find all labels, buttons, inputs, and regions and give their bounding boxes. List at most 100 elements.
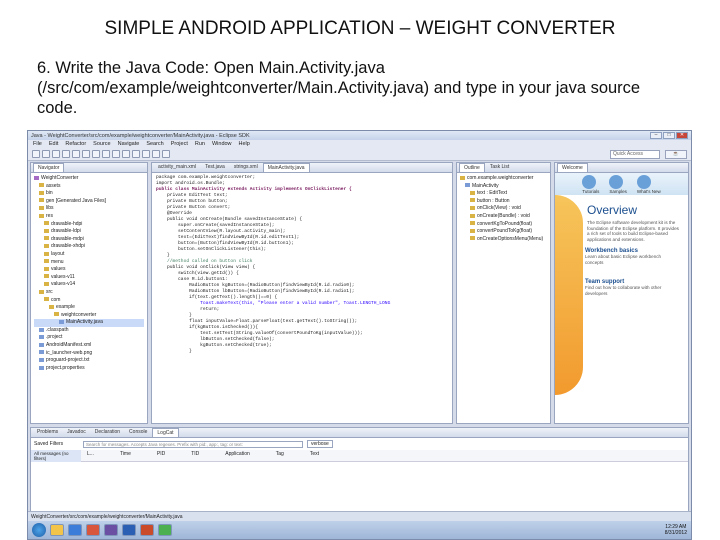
col-application[interactable]: Application bbox=[225, 451, 249, 460]
tree-item[interactable]: src bbox=[46, 289, 53, 295]
close-button[interactable]: ✕ bbox=[676, 132, 688, 139]
android-sdk-icon[interactable] bbox=[62, 150, 70, 158]
tree-item-selected[interactable]: MainActivity.java bbox=[66, 319, 103, 325]
menu-file[interactable]: File bbox=[33, 141, 42, 147]
maximize-button[interactable]: □ bbox=[663, 132, 675, 139]
outline-item[interactable]: button : Button bbox=[477, 198, 510, 204]
quick-access-input[interactable]: Quick Access bbox=[610, 149, 660, 159]
menu-search[interactable]: Search bbox=[146, 141, 163, 147]
new-package-icon[interactable] bbox=[112, 150, 120, 158]
tab-activity-main-xml[interactable]: activity_main.xml bbox=[154, 163, 200, 172]
forward-icon[interactable] bbox=[162, 150, 170, 158]
save-icon[interactable] bbox=[42, 150, 50, 158]
powerpoint-icon[interactable] bbox=[140, 524, 154, 536]
col-tid[interactable]: TID bbox=[191, 451, 199, 460]
search-icon[interactable] bbox=[142, 150, 150, 158]
code-text[interactable]: package com.example.weightconverter; impo… bbox=[152, 173, 452, 357]
browser-icon[interactable] bbox=[68, 524, 82, 536]
outline-item[interactable]: MainActivity bbox=[472, 183, 499, 189]
tree-item[interactable]: values bbox=[51, 266, 65, 272]
start-button[interactable] bbox=[32, 523, 46, 537]
tree-item[interactable]: .project bbox=[46, 334, 62, 340]
outline-item[interactable]: onClick(View) : void bbox=[477, 205, 521, 211]
tab-navigator[interactable]: Navigator bbox=[33, 163, 65, 172]
tab-welcome[interactable]: Welcome bbox=[557, 163, 588, 172]
open-type-icon[interactable] bbox=[132, 150, 140, 158]
menu-help[interactable]: Help bbox=[239, 141, 250, 147]
new-class-icon[interactable] bbox=[122, 150, 130, 158]
outline-item[interactable]: convertPoundToKg(float) bbox=[477, 228, 532, 234]
tree-item[interactable]: assets bbox=[46, 183, 60, 189]
menu-run[interactable]: Run bbox=[195, 141, 205, 147]
menu-project[interactable]: Project bbox=[171, 141, 188, 147]
tree-item[interactable]: libs bbox=[46, 205, 54, 211]
menu-navigate[interactable]: Navigate bbox=[118, 141, 140, 147]
tab-logcat[interactable]: LogCat bbox=[152, 428, 179, 437]
whats-new-link[interactable]: What's New bbox=[637, 189, 661, 194]
log-level-select[interactable]: verbose bbox=[307, 440, 333, 448]
tab-console[interactable]: Console bbox=[125, 428, 151, 437]
explorer-icon[interactable] bbox=[50, 524, 64, 536]
eclipse-icon[interactable] bbox=[104, 524, 118, 536]
tab-task-list[interactable]: Task List bbox=[486, 163, 513, 172]
tree-item[interactable]: bin bbox=[46, 190, 53, 196]
tree-item[interactable]: WeightConverter bbox=[41, 175, 78, 181]
minimize-button[interactable]: – bbox=[650, 132, 662, 139]
tree-item[interactable]: layout bbox=[51, 251, 64, 257]
col-tag[interactable]: Tag bbox=[276, 451, 284, 460]
tree-item[interactable]: values-v11 bbox=[51, 274, 75, 280]
welcome-item[interactable]: Workbench basics Learn about basic Eclips… bbox=[585, 248, 680, 265]
tree-item[interactable]: ic_launcher-web.png bbox=[46, 350, 92, 356]
tab-javadoc[interactable]: Javadoc bbox=[63, 428, 90, 437]
menu-refactor[interactable]: Refactor bbox=[65, 141, 86, 147]
tab-mainactivity-java[interactable]: MainActivity.java bbox=[262, 163, 310, 172]
tutorials-link[interactable]: Tutorials bbox=[582, 189, 599, 194]
tree-item[interactable]: menu bbox=[51, 259, 64, 265]
tree-item[interactable]: gen [Generated Java Files] bbox=[46, 198, 106, 204]
whats-new-icon[interactable] bbox=[636, 174, 651, 189]
tab-test-java[interactable]: Test.java bbox=[201, 163, 229, 172]
menu-window[interactable]: Window bbox=[212, 141, 232, 147]
tutorials-icon[interactable] bbox=[582, 174, 597, 189]
back-icon[interactable] bbox=[152, 150, 160, 158]
tree-item[interactable]: drawable-ldpi bbox=[51, 228, 81, 234]
new-icon[interactable] bbox=[32, 150, 40, 158]
tree-item[interactable]: drawable-hdpi bbox=[51, 221, 82, 227]
tree-item[interactable]: weightconverter bbox=[61, 312, 96, 318]
outline-item[interactable]: convertKgToPound(float) bbox=[477, 221, 532, 227]
media-icon[interactable] bbox=[86, 524, 100, 536]
java-perspective-button[interactable]: ☕ bbox=[665, 149, 687, 159]
tree-item[interactable]: res bbox=[46, 213, 53, 219]
samples-link[interactable]: Samples bbox=[609, 189, 627, 194]
debug-icon[interactable] bbox=[82, 150, 90, 158]
col-time[interactable]: Time bbox=[120, 451, 131, 460]
tree-item[interactable]: example bbox=[56, 304, 75, 310]
tree-item[interactable]: values-v14 bbox=[51, 281, 75, 287]
menu-source[interactable]: Source bbox=[93, 141, 110, 147]
tab-outline[interactable]: Outline bbox=[459, 163, 485, 172]
outline-item[interactable]: onCreateOptionsMenu(Menu) bbox=[477, 236, 543, 242]
tree-item[interactable]: drawable-xhdpi bbox=[51, 243, 85, 249]
tree-item[interactable]: .classpath bbox=[46, 327, 69, 333]
run-icon[interactable] bbox=[92, 150, 100, 158]
app-icon[interactable] bbox=[158, 524, 172, 536]
col-text[interactable]: Text bbox=[310, 451, 319, 460]
tree-item[interactable]: project.properties bbox=[46, 365, 85, 371]
outline-item[interactable]: com.example.weightconverter bbox=[467, 175, 533, 181]
col-level[interactable]: L... bbox=[87, 451, 94, 460]
tab-strings-xml[interactable]: strings.xml bbox=[230, 163, 262, 172]
tree-item[interactable]: AndroidManifest.xml bbox=[46, 342, 91, 348]
tree-item[interactable]: proguard-project.txt bbox=[46, 357, 89, 363]
system-clock[interactable]: 12:29 AM 8/31/2012 bbox=[665, 524, 687, 536]
tree-item[interactable]: drawable-mdpi bbox=[51, 236, 84, 242]
tab-problems[interactable]: Problems bbox=[33, 428, 62, 437]
outline-item[interactable]: onCreate(Bundle) : void bbox=[477, 213, 530, 219]
tree-item[interactable]: com bbox=[51, 297, 60, 303]
filter-all-messages[interactable]: All messages (no filters) bbox=[31, 450, 81, 462]
logcat-search-input[interactable]: Search for messages. Accepts Java regexe… bbox=[83, 440, 303, 448]
welcome-item[interactable]: Team support Find out how to collaborate … bbox=[585, 279, 680, 296]
menu-edit[interactable]: Edit bbox=[49, 141, 58, 147]
word-icon[interactable] bbox=[122, 524, 136, 536]
samples-icon[interactable] bbox=[609, 174, 624, 189]
outline-item[interactable]: text : EditText bbox=[477, 190, 507, 196]
